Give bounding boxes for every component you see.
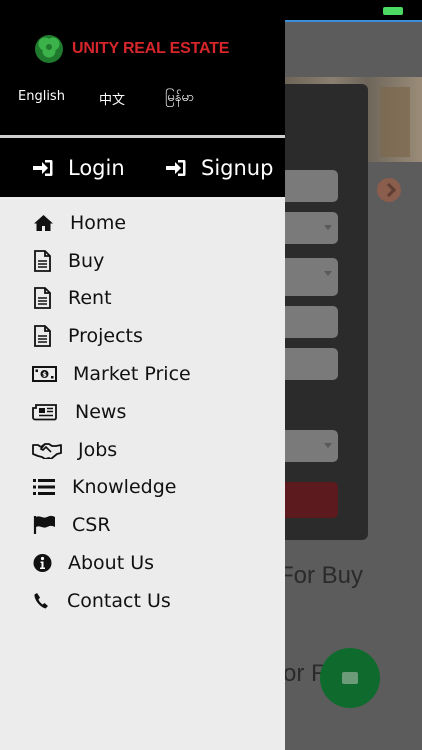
handshake-icon xyxy=(32,441,62,459)
battery-icon xyxy=(383,7,403,15)
signup-label: Signup xyxy=(201,155,274,180)
form-dropdown xyxy=(285,430,338,462)
menu-item-market-price[interactable]: $ Market Price xyxy=(0,355,285,393)
search-button xyxy=(285,482,338,518)
newspaper-icon xyxy=(32,403,58,421)
menu-label: Buy xyxy=(68,249,105,272)
form-field xyxy=(285,306,338,338)
menu-item-home[interactable]: Home xyxy=(0,204,285,242)
menu-item-knowledge[interactable]: Knowledge xyxy=(0,469,285,507)
menu-item-buy[interactable]: Buy xyxy=(0,242,285,280)
navigation-drawer: UNITY REAL ESTATE English 中文 မြန်မာ Logi… xyxy=(0,22,285,750)
section-heading: For Buy xyxy=(285,562,364,589)
home-icon xyxy=(33,214,54,232)
logo-icon xyxy=(35,35,63,63)
login-button[interactable]: Login xyxy=(33,138,125,197)
menu-label: Rent xyxy=(68,287,112,310)
status-bar xyxy=(0,0,422,22)
form-field xyxy=(285,348,338,380)
language-english[interactable]: English xyxy=(18,89,65,104)
login-label: Login xyxy=(68,155,125,180)
floating-action-button xyxy=(320,648,380,708)
menu-label: Projects xyxy=(68,325,143,348)
brand-name: UNITY REAL ESTATE xyxy=(72,40,230,57)
document-icon xyxy=(33,325,52,348)
language-myanmar[interactable]: မြန်မာ xyxy=(165,89,194,108)
sign-in-icon xyxy=(33,159,53,176)
auth-row: Login Signup xyxy=(0,138,285,197)
form-dropdown xyxy=(285,212,338,244)
signup-button[interactable]: Signup xyxy=(166,138,273,197)
menu-label: About Us xyxy=(68,552,155,575)
money-icon: $ xyxy=(32,366,57,383)
form-field xyxy=(285,170,338,202)
svg-text:$: $ xyxy=(42,371,47,379)
flag-icon xyxy=(33,515,57,535)
menu-label: Home xyxy=(70,211,127,234)
menu-label: Contact Us xyxy=(67,589,171,612)
next-arrow-icon xyxy=(377,178,401,202)
menu-item-jobs[interactable]: Jobs xyxy=(0,431,285,469)
form-dropdown xyxy=(285,258,338,296)
menu-label: Market Price xyxy=(73,363,191,386)
info-icon xyxy=(33,554,52,573)
menu-label: Knowledge xyxy=(72,476,177,499)
document-icon xyxy=(33,287,52,310)
menu-label: News xyxy=(75,400,127,423)
menu-item-about-us[interactable]: About Us xyxy=(0,544,285,582)
phone-icon xyxy=(33,592,51,610)
menu-item-rent[interactable]: Rent xyxy=(0,280,285,318)
drawer-header: UNITY REAL ESTATE English 中文 မြန်မာ xyxy=(0,22,285,135)
menu-item-news[interactable]: News xyxy=(0,393,285,431)
background-page: For Buy or R xyxy=(285,22,422,750)
sign-in-icon xyxy=(166,159,186,176)
document-icon xyxy=(33,249,52,272)
drawer-menu: Home Buy Rent Projects $ Market Price Ne… xyxy=(0,204,285,620)
envelope-icon xyxy=(342,672,358,684)
menu-item-csr[interactable]: CSR xyxy=(0,506,285,544)
caret-down-icon xyxy=(324,271,332,276)
menu-item-contact-us[interactable]: Contact Us xyxy=(0,582,285,620)
menu-label: Jobs xyxy=(78,438,118,461)
caret-down-icon xyxy=(324,225,332,230)
caret-down-icon xyxy=(324,443,332,448)
menu-item-projects[interactable]: Projects xyxy=(0,317,285,355)
list-icon xyxy=(33,478,55,496)
menu-label: CSR xyxy=(72,514,111,537)
language-chinese[interactable]: 中文 xyxy=(99,89,125,108)
